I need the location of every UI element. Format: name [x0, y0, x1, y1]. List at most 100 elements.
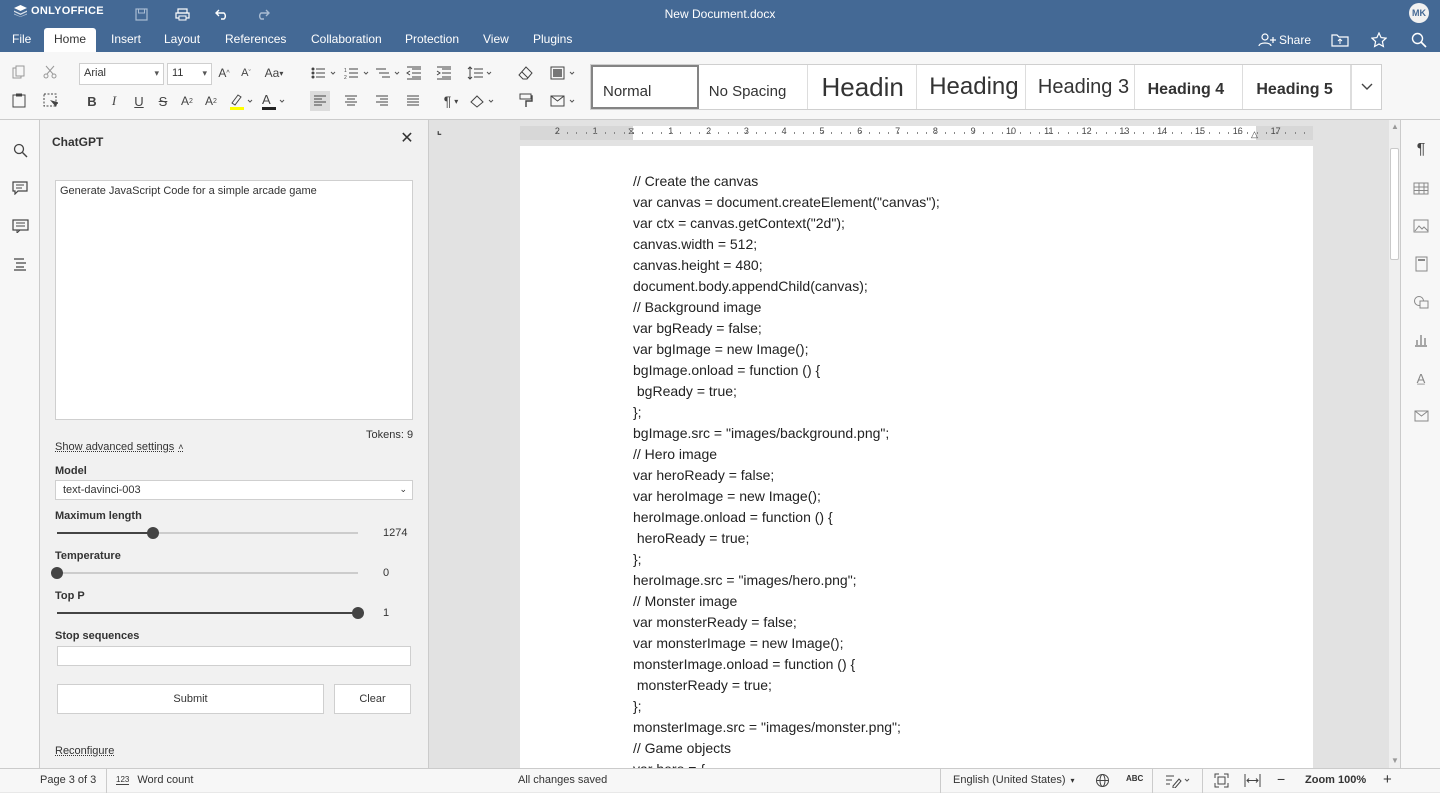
select-all-icon[interactable] [40, 90, 60, 110]
doc-language-icon[interactable] [1095, 773, 1110, 791]
document-line[interactable]: monsterImage.onload = function () { [633, 656, 855, 672]
document-line[interactable]: var bgReady = false; [633, 320, 762, 336]
decrease-indent-icon[interactable] [404, 63, 424, 83]
find-icon[interactable] [10, 140, 30, 160]
temperature-slider[interactable] [51, 567, 358, 579]
change-case-icon[interactable]: Aa ▾ [259, 63, 289, 83]
word-count-button[interactable]: 123 Word count [116, 774, 193, 786]
header-footer-icon[interactable] [1411, 254, 1431, 274]
search-icon[interactable] [1411, 28, 1427, 52]
tab-view[interactable]: View [473, 28, 519, 52]
track-changes-icon[interactable] [1165, 773, 1193, 791]
tab-home[interactable]: Home [44, 28, 97, 52]
style-heading-4[interactable]: Heading 4 [1135, 65, 1244, 109]
image-settings-icon[interactable] [1411, 216, 1431, 236]
document-page[interactable]: // Create the canvas var canvas = documen… [520, 146, 1313, 777]
fit-page-icon[interactable] [1214, 773, 1229, 791]
scroll-down-icon[interactable]: ▼ [1391, 756, 1399, 765]
document-line[interactable]: // Game objects [633, 740, 731, 756]
font-size-select[interactable]: 11 ▾ [167, 63, 212, 85]
bold-icon[interactable]: B [82, 91, 102, 111]
text-art-icon[interactable]: A̲ [1411, 368, 1431, 388]
document-line[interactable]: // Monster image [633, 593, 737, 609]
paragraph-settings-icon[interactable]: ¶ [1411, 140, 1431, 160]
prompt-input[interactable] [55, 180, 413, 420]
scroll-up-icon[interactable]: ▲ [1391, 122, 1399, 131]
increase-indent-icon[interactable] [434, 63, 454, 83]
vertical-scrollbar[interactable]: ▲ ▼ [1389, 120, 1400, 768]
chat-icon[interactable] [10, 216, 30, 236]
favorite-star-icon[interactable] [1371, 28, 1387, 52]
close-icon[interactable]: ✕ [400, 131, 414, 147]
numbered-list-icon[interactable]: 12 [343, 63, 373, 83]
tab-layout[interactable]: Layout [154, 28, 210, 52]
tab-protection[interactable]: Protection [395, 28, 469, 52]
fit-width-icon[interactable] [1244, 773, 1261, 791]
navigation-icon[interactable] [10, 254, 30, 274]
user-avatar[interactable]: MK [1409, 3, 1429, 23]
document-line[interactable]: // Create the canvas [633, 173, 758, 189]
styles-expand-icon[interactable] [1351, 65, 1381, 109]
decrease-font-icon[interactable]: Aˇ [236, 63, 256, 83]
tab-file[interactable]: File [2, 28, 41, 52]
copy-icon[interactable] [9, 62, 29, 82]
right-indent-marker-icon[interactable]: △ [1251, 129, 1258, 140]
maximum-length-slider[interactable] [57, 527, 358, 539]
document-line[interactable]: canvas.width = 512; [633, 236, 757, 252]
mail-merge-icon[interactable] [549, 91, 579, 111]
document-line[interactable]: }; [633, 551, 642, 567]
document-line[interactable]: var bgImage = new Image(); [633, 341, 808, 357]
style-heading-5[interactable]: Heading 5 [1243, 65, 1352, 109]
slider-thumb[interactable] [147, 527, 160, 539]
strikethrough-icon[interactable]: S [153, 91, 173, 111]
document-line[interactable]: heroReady = true; [633, 530, 749, 546]
clear-button[interactable]: Clear [334, 684, 411, 714]
zoom-in-icon[interactable]: + [1383, 771, 1392, 788]
multilevel-list-icon[interactable] [374, 63, 404, 83]
shape-settings-icon[interactable] [1411, 292, 1431, 312]
cut-icon[interactable] [40, 62, 60, 82]
subscript-icon[interactable]: A2 [201, 91, 221, 111]
document-line[interactable]: heroImage.src = "images/hero.png"; [633, 572, 857, 588]
document-line[interactable]: var canvas = document.createElement("can… [633, 194, 940, 210]
document-line[interactable]: }; [633, 404, 642, 420]
show-advanced-settings-link[interactable]: Show advanced settings ˄ [55, 441, 184, 453]
increase-font-icon[interactable]: A ^ [214, 63, 234, 83]
tab-references[interactable]: References [215, 28, 296, 52]
document-line[interactable]: monsterReady = true; [633, 677, 772, 693]
bullet-list-icon[interactable] [310, 63, 340, 83]
submit-button[interactable]: Submit [57, 684, 324, 714]
slider-thumb[interactable] [352, 607, 364, 619]
document-line[interactable]: // Background image [633, 299, 761, 315]
document-line[interactable]: var ctx = canvas.getContext("2d"); [633, 215, 845, 231]
style-heading-1[interactable]: Headin [808, 65, 918, 109]
style-heading-2[interactable]: Heading [917, 65, 1026, 109]
paste-icon[interactable] [9, 90, 29, 110]
share-button[interactable]: Share [1258, 28, 1311, 52]
open-location-icon[interactable] [1331, 28, 1349, 52]
style-no-spacing[interactable]: No Spacing [699, 65, 809, 109]
tab-plugins[interactable]: Plugins [523, 28, 582, 52]
superscript-icon[interactable]: A2 [177, 91, 197, 111]
copy-style-icon[interactable] [516, 91, 536, 111]
align-left-icon[interactable] [310, 91, 330, 111]
font-name-select[interactable]: Arial ▾ [79, 63, 164, 85]
document-line[interactable]: }; [633, 698, 642, 714]
mail-merge-settings-icon[interactable] [1411, 406, 1431, 426]
style-normal[interactable]: Normal [591, 65, 699, 109]
top-p-slider[interactable] [57, 607, 364, 619]
indent-marker-icon[interactable]: ⧖ [628, 126, 634, 137]
italic-icon[interactable]: I [104, 91, 124, 111]
align-right-icon[interactable] [372, 91, 392, 111]
scrollbar-thumb[interactable] [1390, 148, 1399, 260]
document-line[interactable]: bgImage.onload = function () { [633, 362, 820, 378]
style-heading-3[interactable]: Heading 3 [1026, 65, 1135, 109]
align-center-icon[interactable] [341, 91, 361, 111]
document-line[interactable]: heroImage.onload = function () { [633, 509, 833, 525]
tab-insert[interactable]: Insert [101, 28, 151, 52]
horizontal-ruler[interactable]: 2 1 1 2 3 4 5 6 7 8 9 10 11 12 13 14 15 16 17 ⧖ △ [520, 126, 1313, 140]
tab-stop-selector[interactable]: ⌞ [437, 127, 446, 137]
chart-settings-icon[interactable] [1411, 330, 1431, 350]
color-scheme-icon[interactable] [549, 63, 579, 83]
shading-icon[interactable] [468, 91, 498, 111]
